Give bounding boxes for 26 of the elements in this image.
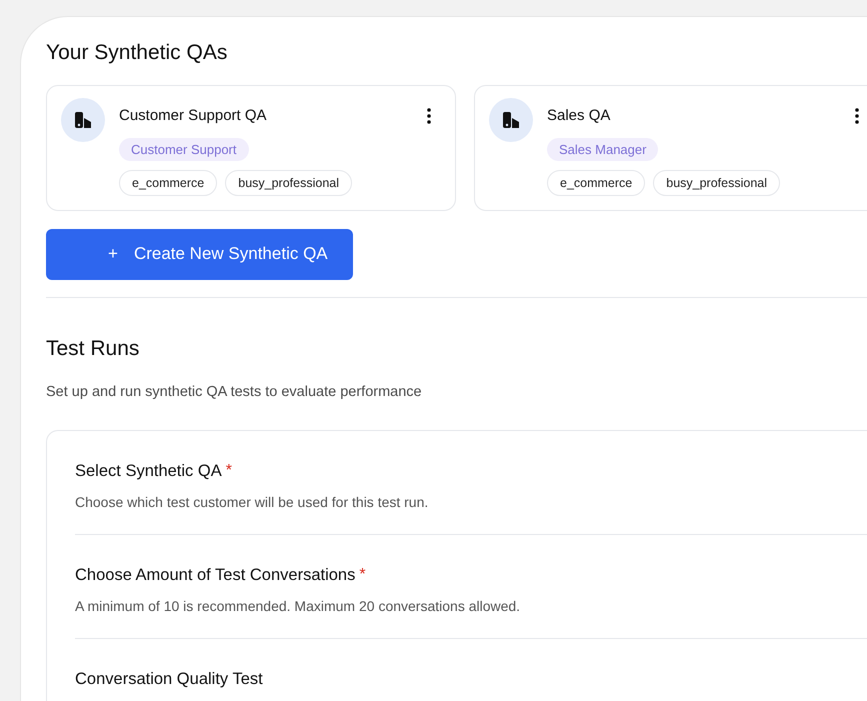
qa-card[interactable]: Sales QA Sales Manager e_commerce busy_professional [474, 84, 867, 210]
section-subtitle: Set up and run synthetic QA tests to evaluate performance [46, 383, 423, 402]
section-title: Your Synthetic QAs [46, 40, 228, 66]
field-hint: A minimum of 10 is recommended. Maximum 20 conversations allowed. [75, 596, 522, 616]
qa-name: Customer Support QA [119, 106, 267, 126]
field-label: Choose Amount of Test Conversations [75, 564, 356, 586]
create-button[interactable]: + Create New Synthetic QA [46, 228, 353, 280]
tag-chip: e_commerce [547, 170, 646, 196]
qa-name: Sales QA [547, 106, 610, 126]
field-hint: Choose which test customer will be used for this test run. [75, 492, 430, 512]
field-label: Conversation Quality Test [75, 668, 263, 690]
swatch-icon [73, 110, 93, 130]
more-options-icon[interactable] [427, 108, 431, 124]
tag-chip: e_commerce [119, 170, 218, 196]
section-title: Test Runs [46, 336, 140, 362]
required-mark: * [359, 564, 366, 585]
qa-card[interactable]: Customer Support QA Customer Support e_commerce busy_professional [46, 84, 456, 210]
role-badge: Customer Support [119, 138, 248, 161]
role-badge: Sales Manager [547, 138, 658, 161]
field-label: Select Synthetic QA [75, 460, 222, 482]
plus-icon: + [108, 241, 118, 267]
tag-chip: busy_professional [653, 170, 780, 196]
swatch-icon [501, 110, 521, 130]
required-mark: * [226, 460, 232, 481]
more-options-icon[interactable] [855, 108, 859, 124]
tag-chip: busy_professional [225, 170, 352, 196]
